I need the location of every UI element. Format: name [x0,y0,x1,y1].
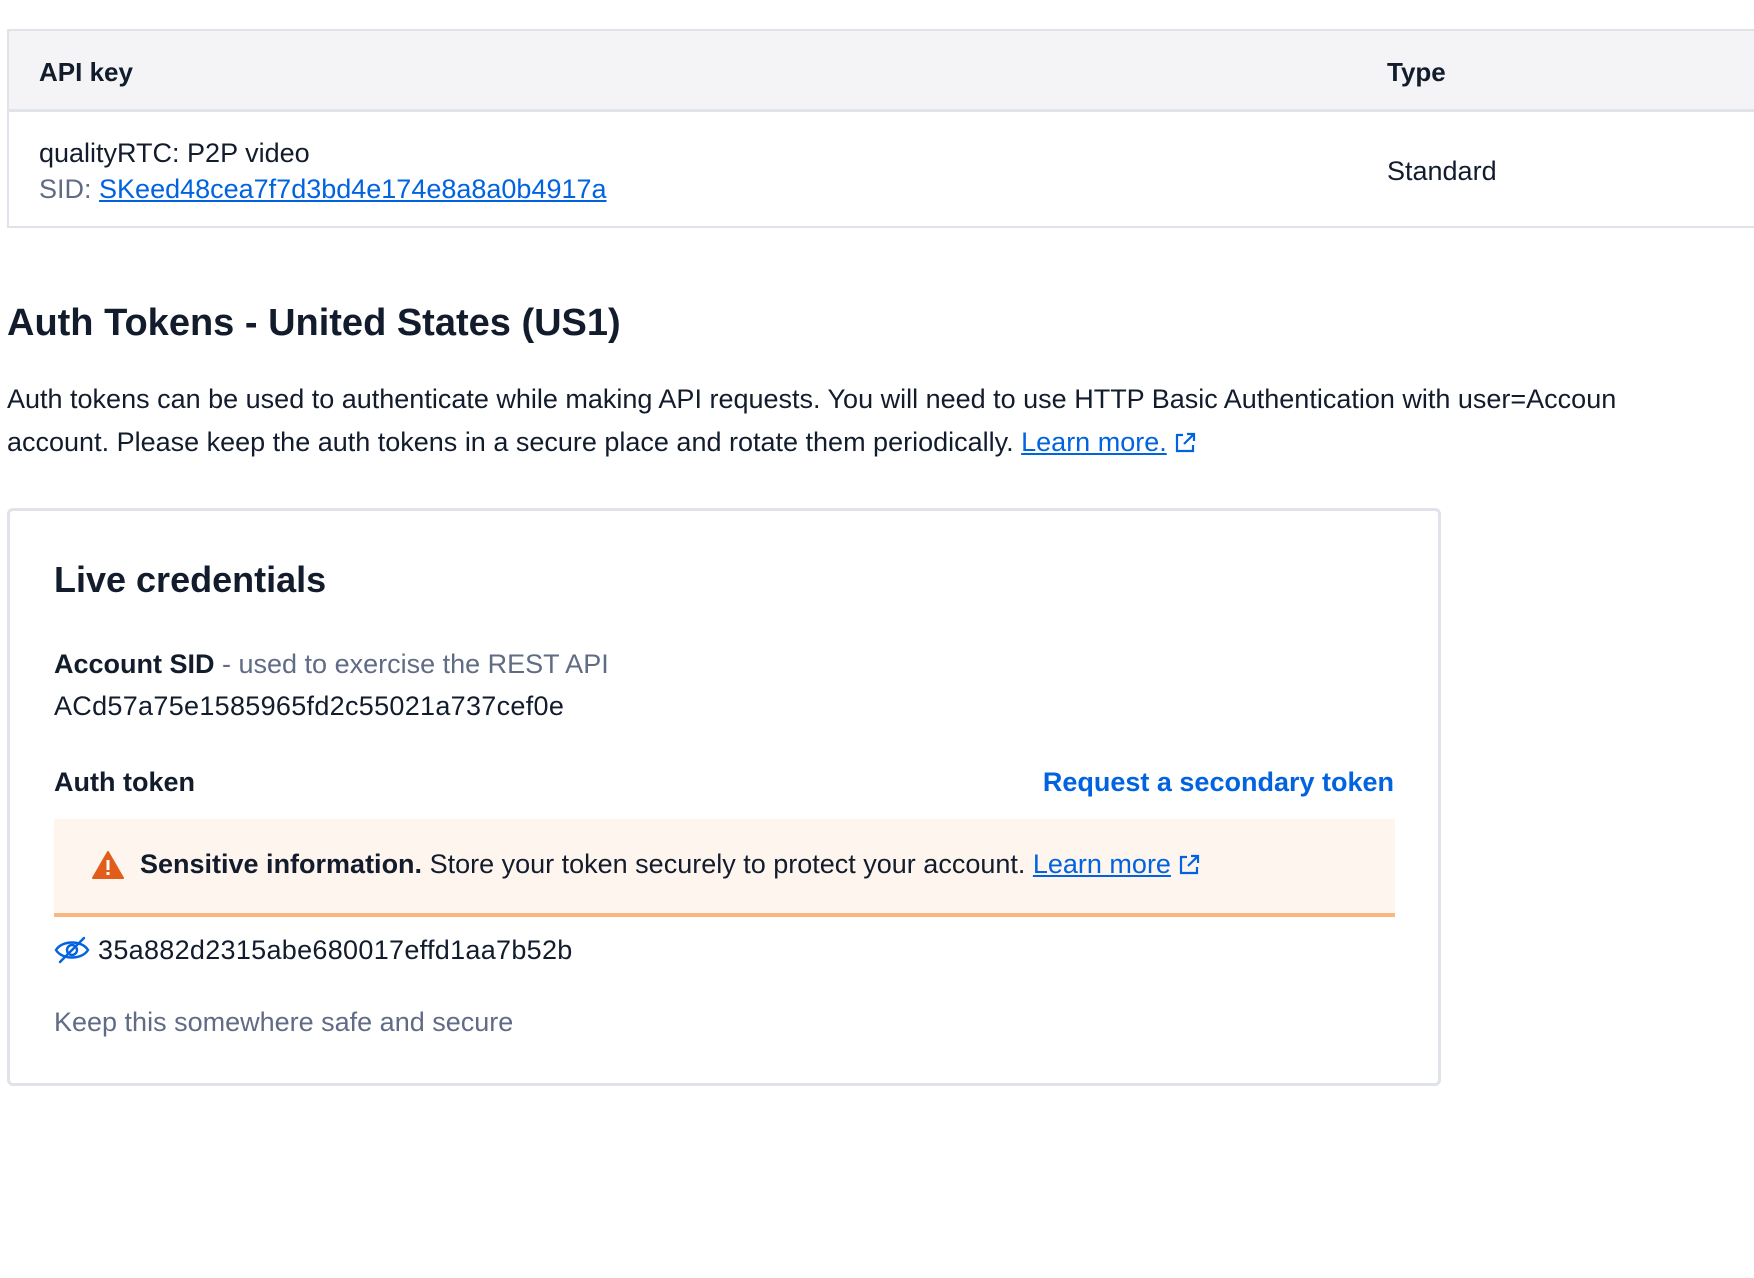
column-header-api-key: API key [39,57,133,87]
learn-more-link[interactable]: Learn more. [1021,427,1167,457]
api-key-sid-link[interactable]: SKeed48cea7f7d3bd4e174e8a8a0b4917a [99,174,607,204]
account-sid-label-text: Account SID [54,649,215,679]
warning-body-text: Store your token securely to protect you… [422,849,1033,879]
description-text: account. Please keep the auth tokens in … [7,427,1014,457]
hide-token-eye-icon[interactable] [54,935,90,965]
live-credentials-title: Live credentials [54,559,327,600]
api-key-sid-label: SID: [39,174,92,204]
column-header-type: Type [1387,57,1446,87]
account-sid-value[interactable]: ACd57a75e1585965fd2c55021a737cef0e [54,691,564,722]
api-key-sid: SID: SKeed48cea7f7d3bd4e174e8a8a0b4917a [39,174,607,205]
live-credentials-card: Live credentials Account SID - used to e… [7,508,1441,1086]
description-line-1: Auth tokens can be used to authenticate … [7,384,1617,414]
auth-token-helper-text: Keep this somewhere safe and secure [54,1007,514,1037]
description-line-2: account. Please keep the auth tokens in … [7,421,1754,464]
request-secondary-token-link[interactable]: Request a secondary token [1043,767,1394,798]
warning-icon [92,851,124,879]
warning-text: Sensitive information. Store your token … [140,849,1201,880]
auth-tokens-title: Auth Tokens - United States (US1) [7,302,621,344]
external-link-icon[interactable] [1177,853,1201,877]
api-key-name: qualityRTC: P2P video [39,138,310,168]
account-sid-hint: - used to exercise the REST API [214,649,609,679]
external-link-icon[interactable] [1173,431,1197,455]
auth-token-label: Auth token [54,767,195,797]
sensitive-info-callout: Sensitive information. Store your token … [54,819,1395,917]
table-header: API key Type [9,31,1754,112]
warning-bold-text: Sensitive information. [140,849,423,879]
api-key-type: Standard [1387,156,1497,186]
auth-token-value[interactable]: 35a882d2315abe680017effd1aa7b52b [98,935,573,966]
table-row: qualityRTC: P2P video SID: SKeed48cea7f7… [9,112,1754,226]
page: API key Type qualityRTC: P2P video SID: … [0,0,1754,1278]
warning-learn-more-link[interactable]: Learn more [1033,849,1171,879]
api-keys-table: API key Type qualityRTC: P2P video SID: … [7,29,1754,228]
auth-tokens-description: Auth tokens can be used to authenticate … [7,378,1754,464]
account-sid-label: Account SID - used to exercise the REST … [54,649,609,680]
